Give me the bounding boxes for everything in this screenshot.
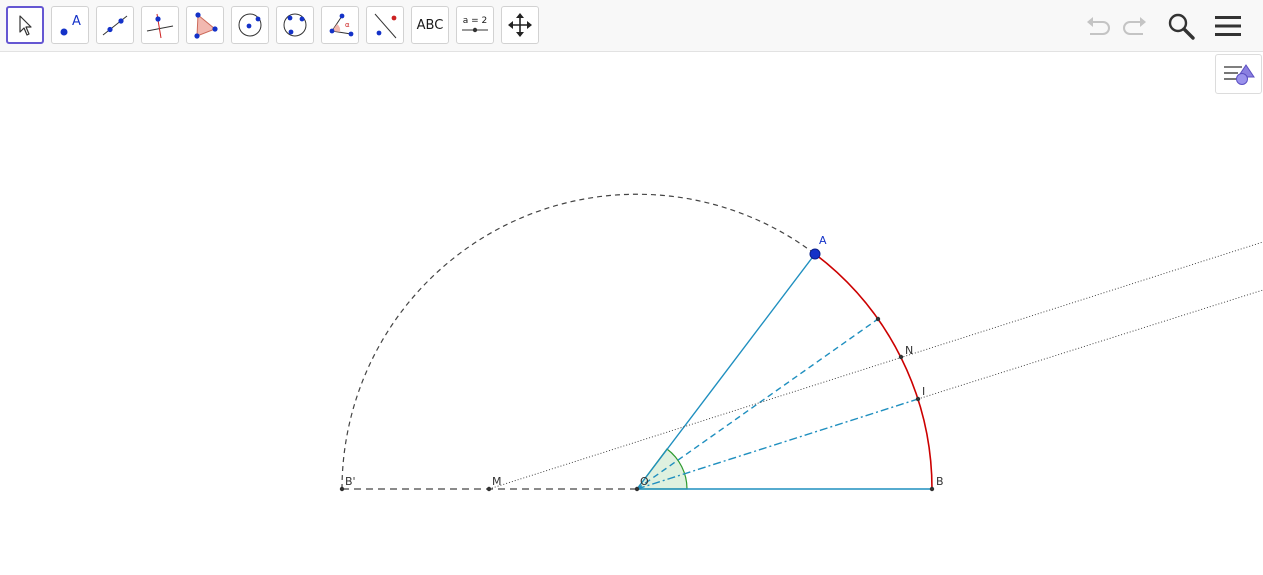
point-n[interactable] [898,354,904,360]
dashdot-segment-o-i[interactable] [636,398,919,490]
point-a[interactable] [809,248,821,260]
dotted-line-m-n[interactable] [488,241,1263,490]
circle-with-center-icon [238,13,262,37]
point-tool-label: A [72,14,81,29]
arc-a-b[interactable] [814,253,933,490]
arrow-pointer-icon [19,15,32,36]
point-o[interactable] [634,486,640,492]
segment-o-a[interactable] [636,253,816,490]
undo-icon [1087,17,1110,35]
reflect-about-line-icon [374,13,397,39]
undo-button[interactable] [1081,8,1115,44]
slider-icon: a = 2 [462,16,488,33]
slider-tool-button[interactable]: a = 2 [456,6,494,44]
label-o: O [640,475,649,488]
redo-icon [1123,17,1146,35]
circle-tool-button[interactable] [231,6,269,44]
dashed-segment-bisector[interactable] [636,318,879,490]
dashed-semicircle-arc[interactable] [341,193,816,490]
move-arrows-icon [508,13,532,37]
line-through-two-points-icon [102,15,128,36]
angle-icon: α [329,13,354,37]
search-icon [1168,13,1195,40]
label-b-prime: B' [345,475,356,488]
label-m: M [492,475,502,488]
slider-tool-label: a = 2 [463,16,488,26]
dotted-line-through-i[interactable] [917,289,1263,400]
reflect-tool-button[interactable] [366,6,404,44]
line-tool-button[interactable] [96,6,134,44]
polygon-icon [194,12,218,39]
polygon-tool-button[interactable] [186,6,224,44]
point-tool-button[interactable]: A [51,6,89,44]
point-bisector-arc[interactable] [875,316,881,322]
circle-through-three-points-icon [283,13,307,37]
text-tool-label: ABC [416,17,444,33]
point-i[interactable] [915,396,921,402]
hamburger-menu-icon [1215,16,1241,36]
point-icon: A [60,14,81,36]
label-b: B [936,475,944,488]
move-tool-button[interactable] [6,6,44,44]
move-graphics-view-tool-button[interactable] [501,6,539,44]
point-b[interactable] [929,486,935,492]
main-menu-button[interactable] [1211,8,1245,44]
redo-button[interactable] [1118,8,1152,44]
point-b-prime[interactable] [339,486,345,492]
circle-three-points-tool-button[interactable] [276,6,314,44]
label-n: N [905,344,913,357]
perpendicular-line-tool-button[interactable] [141,6,179,44]
graphics-view[interactable]: A B B' O M N I [0,53,1263,575]
perpendicular-line-icon [146,13,174,39]
svg-text:α: α [345,21,350,29]
angle-tool-button[interactable]: α [321,6,359,44]
search-button[interactable] [1164,8,1198,44]
label-i: I [922,385,925,398]
label-a: A [819,234,827,247]
text-tool-button[interactable]: ABC [411,6,449,44]
point-m[interactable] [486,486,492,492]
toolbar: A α ABC a = 2 [0,0,1263,52]
